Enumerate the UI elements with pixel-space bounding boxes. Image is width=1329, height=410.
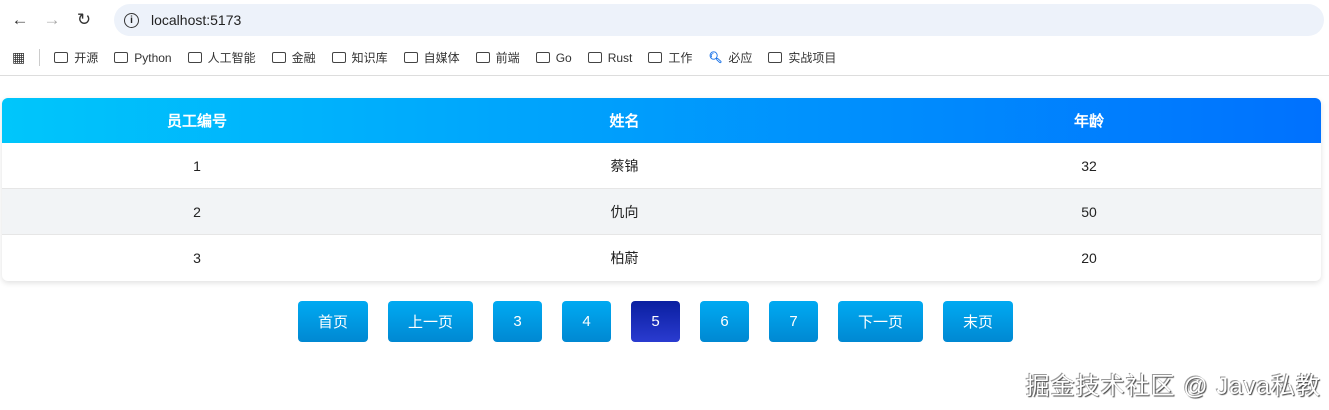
browser-toolbar: ← → ↻ i localhost:5173: [0, 0, 1329, 40]
folder-icon: [187, 52, 202, 63]
folder-icon: [475, 52, 490, 63]
bookmark-item[interactable]: 人工智能: [187, 49, 256, 66]
bookmark-item[interactable]: 金融: [271, 49, 316, 66]
employee-table: 员工编号 姓名 年龄 1 蔡锦 32 2 仇向 50 3 柏蔚 20: [2, 98, 1321, 281]
table-row: 2 仇向 50: [2, 189, 1321, 235]
last-page-button[interactable]: 末页: [943, 301, 1014, 342]
page-button-6[interactable]: 6: [700, 301, 750, 342]
forward-icon[interactable]: →: [40, 8, 64, 32]
cell-name: 蔡锦: [610, 157, 639, 174]
bookmark-label: 工作: [668, 51, 693, 65]
table-row: 3 柏蔚 20: [2, 235, 1321, 281]
bookmark-item[interactable]: 自媒体: [403, 49, 460, 66]
bookmark-item[interactable]: Python: [114, 50, 172, 65]
cell-id: 3: [193, 250, 201, 266]
bookmark-item[interactable]: 开源: [54, 49, 98, 66]
url-text: localhost:5173: [151, 12, 242, 28]
table-row: 1 蔡锦 32: [2, 143, 1321, 189]
folder-icon: [587, 52, 602, 63]
next-page-button[interactable]: 下一页: [838, 301, 924, 342]
bookmark-item[interactable]: Go: [535, 50, 572, 65]
folder-icon: [114, 52, 129, 63]
pagination: 首页 上一页 3 4 5 6 7 下一页 末页: [298, 301, 1014, 342]
folder-icon: [768, 52, 783, 63]
bookmark-label: 自媒体: [423, 51, 460, 65]
bookmark-label: 前端: [495, 51, 520, 65]
bookmark-label: 开源: [74, 51, 99, 65]
folder-icon: [54, 52, 69, 63]
bookmarks-bar: ▦ 开源 Python 人工智能 金融 知识库 自媒体 前端 Go Rust 工作 🔍︎ 必应 实战项目: [0, 40, 1329, 76]
cell-age: 20: [1081, 250, 1097, 266]
bookmark-label: 金融: [291, 51, 316, 65]
cell-id: 2: [193, 203, 201, 220]
bookmark-label: Python: [134, 50, 172, 65]
bookmark-label: 实战项目: [788, 51, 837, 65]
cell-age: 50: [1081, 203, 1097, 220]
bookmark-item[interactable]: 🔍︎ 必应: [708, 49, 752, 66]
cell-name: 仇向: [610, 203, 639, 220]
header-id: 员工编号: [166, 113, 227, 130]
page-button-7[interactable]: 7: [769, 301, 819, 342]
bookmark-item[interactable]: Rust: [587, 50, 633, 65]
bookmark-label: 人工智能: [207, 51, 256, 65]
folder-icon: [331, 52, 346, 63]
cell-id: 1: [193, 157, 201, 174]
reload-icon[interactable]: ↻: [72, 8, 96, 32]
bookmark-label: 知识库: [351, 51, 388, 65]
bookmark-label: 必应: [728, 51, 753, 65]
bookmark-item[interactable]: 工作: [648, 49, 692, 66]
cell-name: 柏蔚: [610, 250, 639, 266]
watermark: 掘金技术社区 @ Java私教: [1025, 373, 1321, 400]
info-icon[interactable]: i: [124, 12, 139, 28]
cell-age: 32: [1081, 157, 1097, 174]
header-name: 姓名: [609, 113, 640, 130]
page-button-3[interactable]: 3: [493, 301, 543, 342]
page-button-4[interactable]: 4: [562, 301, 612, 342]
bookmark-label: Go: [555, 50, 572, 65]
folder-icon: [271, 52, 286, 63]
folder-icon: [648, 52, 663, 63]
back-icon[interactable]: ←: [8, 8, 32, 32]
prev-page-button[interactable]: 上一页: [388, 301, 474, 342]
apps-grid-icon[interactable]: ▦: [12, 49, 41, 66]
bookmark-item[interactable]: 实战项目: [768, 49, 836, 66]
folder-icon: [403, 52, 418, 63]
header-age: 年龄: [1073, 113, 1104, 130]
page-button-5-current[interactable]: 5: [631, 301, 681, 342]
first-page-button[interactable]: 首页: [298, 301, 369, 342]
bookmark-label: Rust: [607, 50, 633, 65]
search-icon: 🔍︎: [708, 52, 723, 64]
bookmark-item[interactable]: 知识库: [331, 49, 388, 66]
address-bar[interactable]: i localhost:5173: [114, 4, 1324, 36]
folder-icon: [535, 52, 550, 63]
bookmark-item[interactable]: 前端: [475, 49, 520, 66]
table-header: 员工编号 姓名 年龄: [2, 98, 1321, 143]
